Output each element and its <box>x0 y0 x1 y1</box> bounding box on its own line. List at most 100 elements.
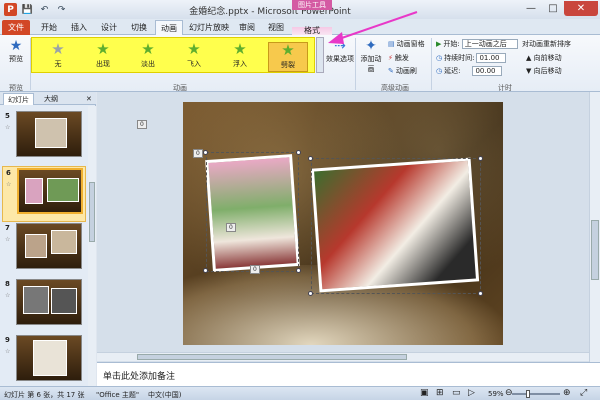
effect-fly-in[interactable]: ★ 飞入 <box>174 42 214 72</box>
horizontal-scrollbar[interactable] <box>97 352 589 361</box>
tab-review[interactable]: 审阅 <box>234 20 260 35</box>
effect-float-in[interactable]: ★ 浮入 <box>220 42 260 72</box>
resize-handle[interactable] <box>478 156 483 161</box>
animation-order-tag[interactable]: 0 <box>226 223 236 232</box>
trigger-button[interactable]: ⚡ 触发 <box>388 53 409 63</box>
thumbnail-image <box>16 223 82 269</box>
slide-thumbnail-7[interactable]: 7 ☆ <box>2 222 86 278</box>
tab-slideshow[interactable]: 幻灯片放映 <box>187 20 231 35</box>
reorder-label: 对动画重新排序 <box>522 40 571 48</box>
animation-effects-gallery: ★ 无 ★ 出现 ★ 淡出 ★ 飞入 ★ 浮入 ★ 劈裂 <box>31 37 315 73</box>
effect-fade[interactable]: ★ 淡出 <box>128 42 168 72</box>
resize-handle[interactable] <box>308 156 313 161</box>
thumb-photo <box>25 178 43 204</box>
zoom-slider[interactable] <box>512 393 560 395</box>
clock-icon: ◷ <box>436 67 443 75</box>
undo-icon[interactable]: ↶ <box>38 3 51 16</box>
animation-order-tag[interactable]: 0 <box>250 265 260 274</box>
slide-count-status: 幻灯片 第 6 张，共 17 张 <box>4 391 85 399</box>
trigger-label: 触发 <box>394 54 409 62</box>
thumbnail-image <box>17 168 83 214</box>
minimize-button[interactable]: — <box>520 1 542 16</box>
language-status[interactable]: 中文(中国) <box>148 390 181 400</box>
slide-thumbnail-8[interactable]: 8 ☆ <box>2 278 86 334</box>
thumbnail-image <box>16 335 82 381</box>
effect-appear[interactable]: ★ 出现 <box>83 42 123 72</box>
panel-close-icon[interactable]: ✕ <box>82 93 96 105</box>
effect-split[interactable]: ★ 劈裂 <box>268 42 308 72</box>
reading-view-icon[interactable]: ▭ <box>452 388 461 398</box>
start-row: ▶ 开始: 上一动画之后 <box>436 39 518 49</box>
resize-handle[interactable] <box>203 268 208 273</box>
fit-to-window-icon[interactable]: ⤢ <box>580 388 587 398</box>
effect-label: 出现 <box>96 60 110 68</box>
zoom-level[interactable]: 59% <box>488 390 504 398</box>
move-later-button[interactable]: ▼ 向后移动 <box>526 66 562 76</box>
start-dropdown[interactable]: 上一动画之后 <box>461 39 518 49</box>
duration-field[interactable]: 01.00 <box>476 53 507 63</box>
delay-label: 延迟: <box>444 67 461 75</box>
slide-number: 9 <box>5 336 10 344</box>
tab-file[interactable]: 文件 <box>2 20 30 35</box>
tab-design[interactable]: 设计 <box>96 20 122 35</box>
slide-thumbnail-5[interactable]: 5 ☆ <box>2 110 86 166</box>
effect-label: 淡出 <box>141 60 155 68</box>
effect-label: 飞入 <box>187 60 201 68</box>
tab-slides[interactable]: 幻灯片 <box>3 93 34 105</box>
scrollbar-thumb[interactable] <box>591 220 599 280</box>
slide-number: 8 <box>5 280 10 288</box>
animation-order-tag[interactable]: 0 <box>193 149 203 158</box>
star-icon: ★ <box>233 40 247 58</box>
tab-animations[interactable]: 动画 <box>155 20 183 35</box>
window-controls: — □ ✕ <box>520 1 598 16</box>
slide-number: 7 <box>5 224 10 232</box>
resize-handle[interactable] <box>308 291 313 296</box>
annotation-arrow <box>328 11 418 44</box>
effect-none[interactable]: ★ 无 <box>38 42 78 72</box>
tab-home[interactable]: 开始 <box>36 20 62 35</box>
tab-transitions[interactable]: 切换 <box>126 20 152 35</box>
resize-handle[interactable] <box>203 150 208 155</box>
resize-handle[interactable] <box>296 268 301 273</box>
tab-view[interactable]: 视图 <box>263 20 289 35</box>
normal-view-icon[interactable]: ▣ <box>420 388 429 398</box>
preview-label: 预览 <box>9 55 23 63</box>
thumb-photo <box>33 340 67 376</box>
move-earlier-button[interactable]: ▲ 向前移动 <box>526 53 562 63</box>
thumb-photo <box>51 288 77 314</box>
zoom-in-icon[interactable]: ⊕ <box>563 388 571 398</box>
thumb-photo <box>25 234 47 258</box>
tab-insert[interactable]: 插入 <box>66 20 92 35</box>
tab-outline[interactable]: 大纲 <box>40 93 62 105</box>
slide-thumbnail-6[interactable]: 6 ☆ <box>2 166 86 222</box>
save-icon[interactable]: 💾 <box>21 3 34 16</box>
slides-panel-scrollbar[interactable] <box>88 106 96 386</box>
scrollbar-thumb[interactable] <box>137 354 407 360</box>
start-label: 开始: <box>443 40 460 48</box>
scrollbar-thumb[interactable] <box>89 182 95 242</box>
star-icon: ★ <box>141 40 155 58</box>
zoom-slider-knob[interactable] <box>526 390 530 398</box>
animation-painter-button[interactable]: ✎ 动画刷 <box>388 66 417 76</box>
preview-button[interactable]: ★ 预览 <box>3 38 29 64</box>
effect-label: 浮入 <box>233 60 247 68</box>
thumb-photo <box>23 286 49 314</box>
resize-handle[interactable] <box>296 150 301 155</box>
animation-order-tag[interactable]: 0 <box>137 120 147 129</box>
slide-thumbnail-9[interactable]: 9 ☆ <box>2 334 86 390</box>
powerpoint-app-icon[interactable]: P <box>4 3 17 16</box>
delay-row: ◷ 延迟: 00.00 <box>436 66 503 76</box>
star-icon: ★ <box>51 40 65 58</box>
sorter-view-icon[interactable]: ⊞ <box>436 388 444 398</box>
maximize-button[interactable]: □ <box>542 1 564 16</box>
close-button[interactable]: ✕ <box>564 1 598 16</box>
duration-row: ◷ 持续时间: 01.00 <box>436 53 507 63</box>
notes-pane[interactable]: 单击此处添加备注 <box>97 362 600 386</box>
redo-icon[interactable]: ↷ <box>55 3 68 16</box>
resize-handle[interactable] <box>478 291 483 296</box>
delay-field[interactable]: 00.00 <box>472 66 503 76</box>
slideshow-view-icon[interactable]: ▷ <box>468 388 475 398</box>
thumbnail-image <box>16 279 82 325</box>
vertical-scrollbar[interactable] <box>589 92 600 362</box>
star-icon: ★ <box>281 41 295 59</box>
